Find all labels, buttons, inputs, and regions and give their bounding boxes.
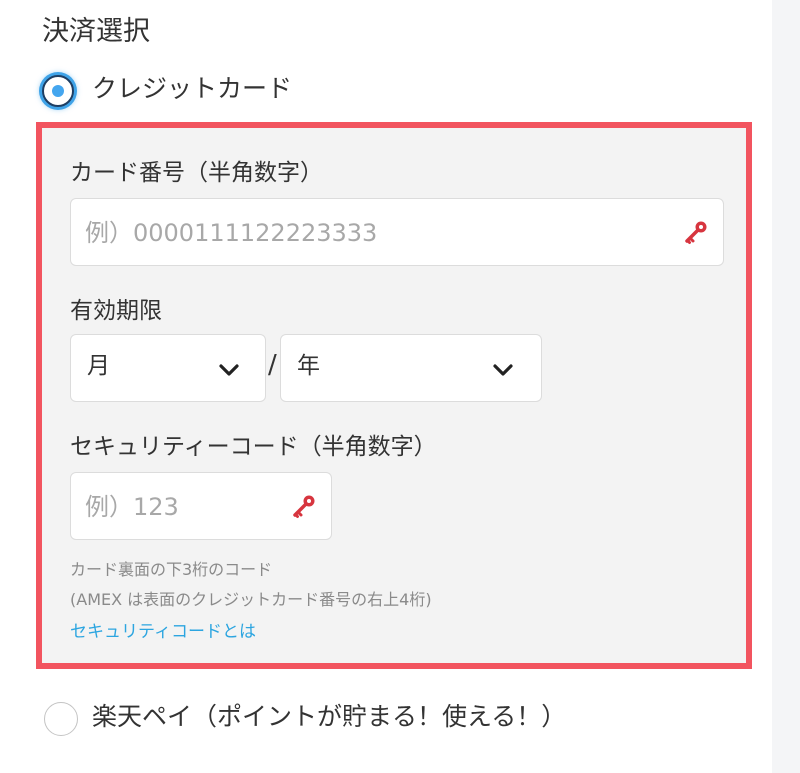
card-number-label: カード番号（半角数字） bbox=[70, 160, 323, 186]
credit-card-label[interactable]: クレジットカード bbox=[92, 74, 292, 104]
security-code-placeholder: 例）123 bbox=[85, 493, 179, 521]
section-title: 決済選択 bbox=[42, 16, 150, 47]
rakuten-pay-label[interactable]: 楽天ペイ（ポイントが貯まる！使える！） bbox=[92, 702, 566, 732]
expiry-separator: / bbox=[268, 350, 277, 380]
credit-card-form: カード番号（半角数字） 例）0000111122223333 有効期限 月 / … bbox=[36, 122, 752, 669]
chevron-down-icon bbox=[493, 364, 513, 376]
expiry-month-select[interactable]: 月 bbox=[70, 334, 266, 402]
expiry-year-value: 年 bbox=[297, 353, 320, 379]
card-number-input[interactable]: 例）0000111122223333 bbox=[70, 198, 724, 266]
card-number-placeholder: 例）0000111122223333 bbox=[85, 219, 378, 247]
chevron-down-icon bbox=[219, 364, 239, 376]
radio-selected-dot bbox=[52, 85, 64, 97]
rakuten-pay-radio[interactable] bbox=[44, 702, 78, 736]
credit-card-radio[interactable] bbox=[42, 75, 74, 107]
security-code-help-link[interactable]: セキュリティコードとは bbox=[70, 622, 256, 642]
security-code-note: カード裏面の下3桁のコード bbox=[70, 560, 273, 579]
security-code-label: セキュリティーコード（半角数字） bbox=[70, 434, 437, 460]
key-icon bbox=[685, 221, 707, 244]
expiry-year-select[interactable]: 年 bbox=[280, 334, 542, 402]
expiry-month-value: 月 bbox=[87, 353, 110, 379]
security-code-amex-note: (AMEX は表面のクレジットカード番号の右上4桁) bbox=[70, 590, 432, 609]
payment-panel: 決済選択 クレジットカード カード番号（半角数字） 例）000011112222… bbox=[0, 0, 772, 773]
expiry-label: 有効期限 bbox=[70, 298, 162, 324]
key-icon bbox=[293, 495, 315, 518]
security-code-input[interactable]: 例）123 bbox=[70, 472, 332, 540]
